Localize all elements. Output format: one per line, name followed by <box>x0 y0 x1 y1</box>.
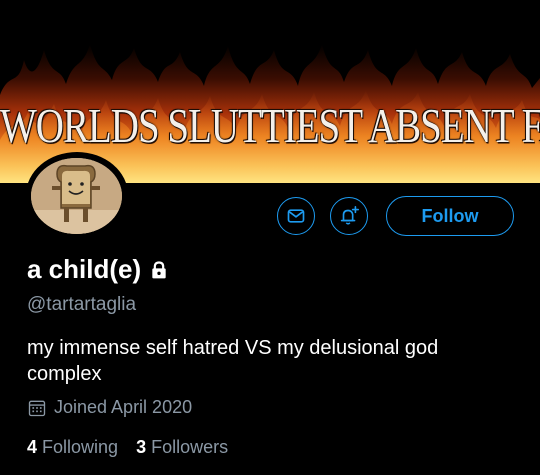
display-name: a child(e) <box>27 254 142 284</box>
lock-icon <box>152 260 166 278</box>
followers-link[interactable]: 3 Followers <box>136 437 228 458</box>
profile-bio: my immense self hatred VS my delusional … <box>27 337 439 385</box>
follow-button[interactable]: Follow <box>386 196 514 236</box>
avatar[interactable] <box>31 158 122 234</box>
following-count: 4 <box>27 437 38 457</box>
bell-plus-icon <box>340 206 359 225</box>
join-date-label: Joined April 2020 <box>54 397 193 417</box>
display-name-row: a child(e) <box>27 254 169 285</box>
follow-stats: 4 Following 3 Followers <box>27 437 228 458</box>
followers-label: Followers <box>151 437 229 457</box>
envelope-icon <box>287 209 305 223</box>
followers-count: 3 <box>136 437 147 457</box>
following-link[interactable]: 4 Following <box>27 437 118 458</box>
toast-character-image <box>31 158 122 234</box>
notify-button[interactable] <box>330 197 368 235</box>
join-date: Joined April 2020 <box>27 397 192 418</box>
message-button[interactable] <box>277 197 315 235</box>
user-handle: @tartartaglia <box>27 294 137 315</box>
banner-caption: WORLDS SLUTTIEST ABSENT FATHER <box>0 99 540 154</box>
following-label: Following <box>42 437 119 457</box>
calendar-icon <box>28 400 46 416</box>
